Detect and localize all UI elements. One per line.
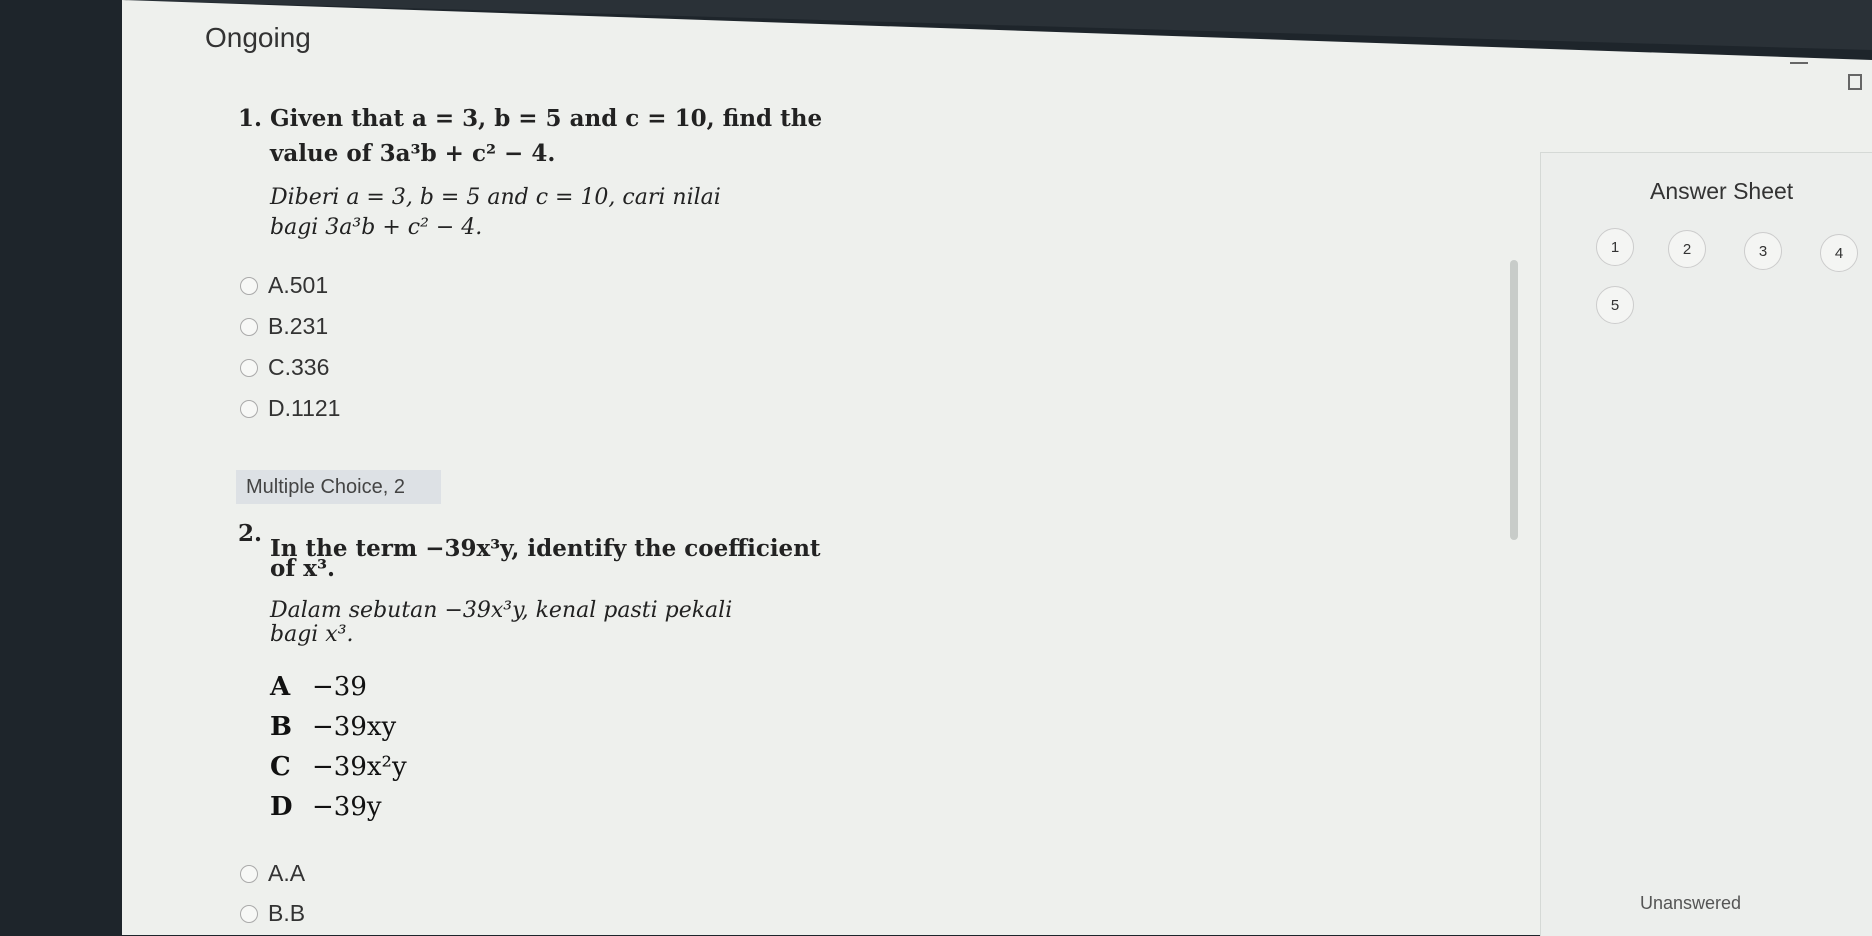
question-2-option-b[interactable]: B.B — [240, 900, 305, 927]
question-1-text-en-line2: value of 3a³b + c² − 4. — [270, 140, 556, 167]
question-1-number: 1. — [238, 105, 263, 132]
figure-option-letter: B — [270, 712, 292, 742]
question-2-text-en-line2: of x³. — [270, 555, 336, 582]
option-label: C.336 — [268, 354, 330, 380]
figure-option-value: −39 — [312, 672, 367, 702]
question-1-text-ms-line1: Diberi a = 3, b = 5 and c = 10, cari nil… — [270, 185, 721, 210]
figure-option-a: A −39 — [270, 672, 367, 702]
option-label: A.A — [268, 860, 306, 886]
question-1-text-en-line1: Given that a = 3, b = 5 and c = 10, find… — [270, 105, 823, 132]
figure-option-letter: A — [270, 672, 291, 702]
option-label: B.231 — [268, 313, 329, 339]
answer-sheet-panel — [1540, 152, 1872, 936]
figure-option-d: D −39y — [270, 792, 382, 822]
radio-icon[interactable] — [240, 864, 258, 883]
question-2-number: 2. — [238, 520, 263, 547]
option-label: A.501 — [268, 272, 329, 298]
answer-sheet-question-4[interactable]: 4 — [1820, 234, 1858, 272]
figure-option-value: −39y — [312, 792, 382, 822]
figure-option-c: C −39x²y — [270, 752, 407, 782]
question-2-option-a[interactable]: A.A — [240, 860, 305, 887]
figure-option-letter: D — [270, 792, 293, 822]
question-1-option-c[interactable]: C.336 — [240, 354, 329, 381]
answer-sheet-question-5[interactable]: 5 — [1596, 286, 1634, 324]
question-2-text-ms-line2: bagi x³. — [270, 622, 354, 647]
radio-icon[interactable] — [240, 399, 258, 418]
answer-sheet-question-2[interactable]: 2 — [1668, 230, 1706, 268]
question-1-option-a[interactable]: A.501 — [240, 272, 328, 299]
question-1-option-b[interactable]: B.231 — [240, 313, 328, 340]
scrollbar[interactable] — [1510, 260, 1518, 540]
radio-icon[interactable] — [240, 904, 258, 923]
radio-icon[interactable] — [240, 276, 258, 295]
minimize-icon[interactable] — [1790, 62, 1808, 64]
question-1-text-ms-line2: bagi 3a³b + c² − 4. — [270, 215, 483, 240]
option-label: D.1121 — [268, 395, 341, 421]
answer-sheet-question-1[interactable]: 1 — [1596, 228, 1634, 266]
radio-icon[interactable] — [240, 358, 258, 377]
question-2-text-ms-line1: Dalam sebutan −39x³y, kenal pasti pekali — [270, 598, 733, 623]
question-1-option-d[interactable]: D.1121 — [240, 395, 340, 422]
page-status-title: Ongoing — [205, 22, 311, 53]
figure-option-value: −39x²y — [312, 752, 407, 782]
answer-sheet-title: Answer Sheet — [1650, 178, 1794, 204]
figure-option-value: −39xy — [312, 712, 397, 742]
question-type-badge: Multiple Choice, 2 — [236, 470, 441, 504]
figure-option-b: B −39xy — [270, 712, 396, 742]
answer-sheet-question-3[interactable]: 3 — [1744, 232, 1782, 270]
option-label: B.B — [268, 900, 306, 926]
question-2-text-en-line1: In the term −39x³y, identify the coeffic… — [270, 535, 821, 562]
answer-status-label: Unanswered — [1640, 893, 1742, 913]
figure-option-letter: C — [270, 752, 291, 782]
radio-icon[interactable] — [240, 317, 258, 336]
maximize-icon[interactable] — [1848, 74, 1862, 90]
